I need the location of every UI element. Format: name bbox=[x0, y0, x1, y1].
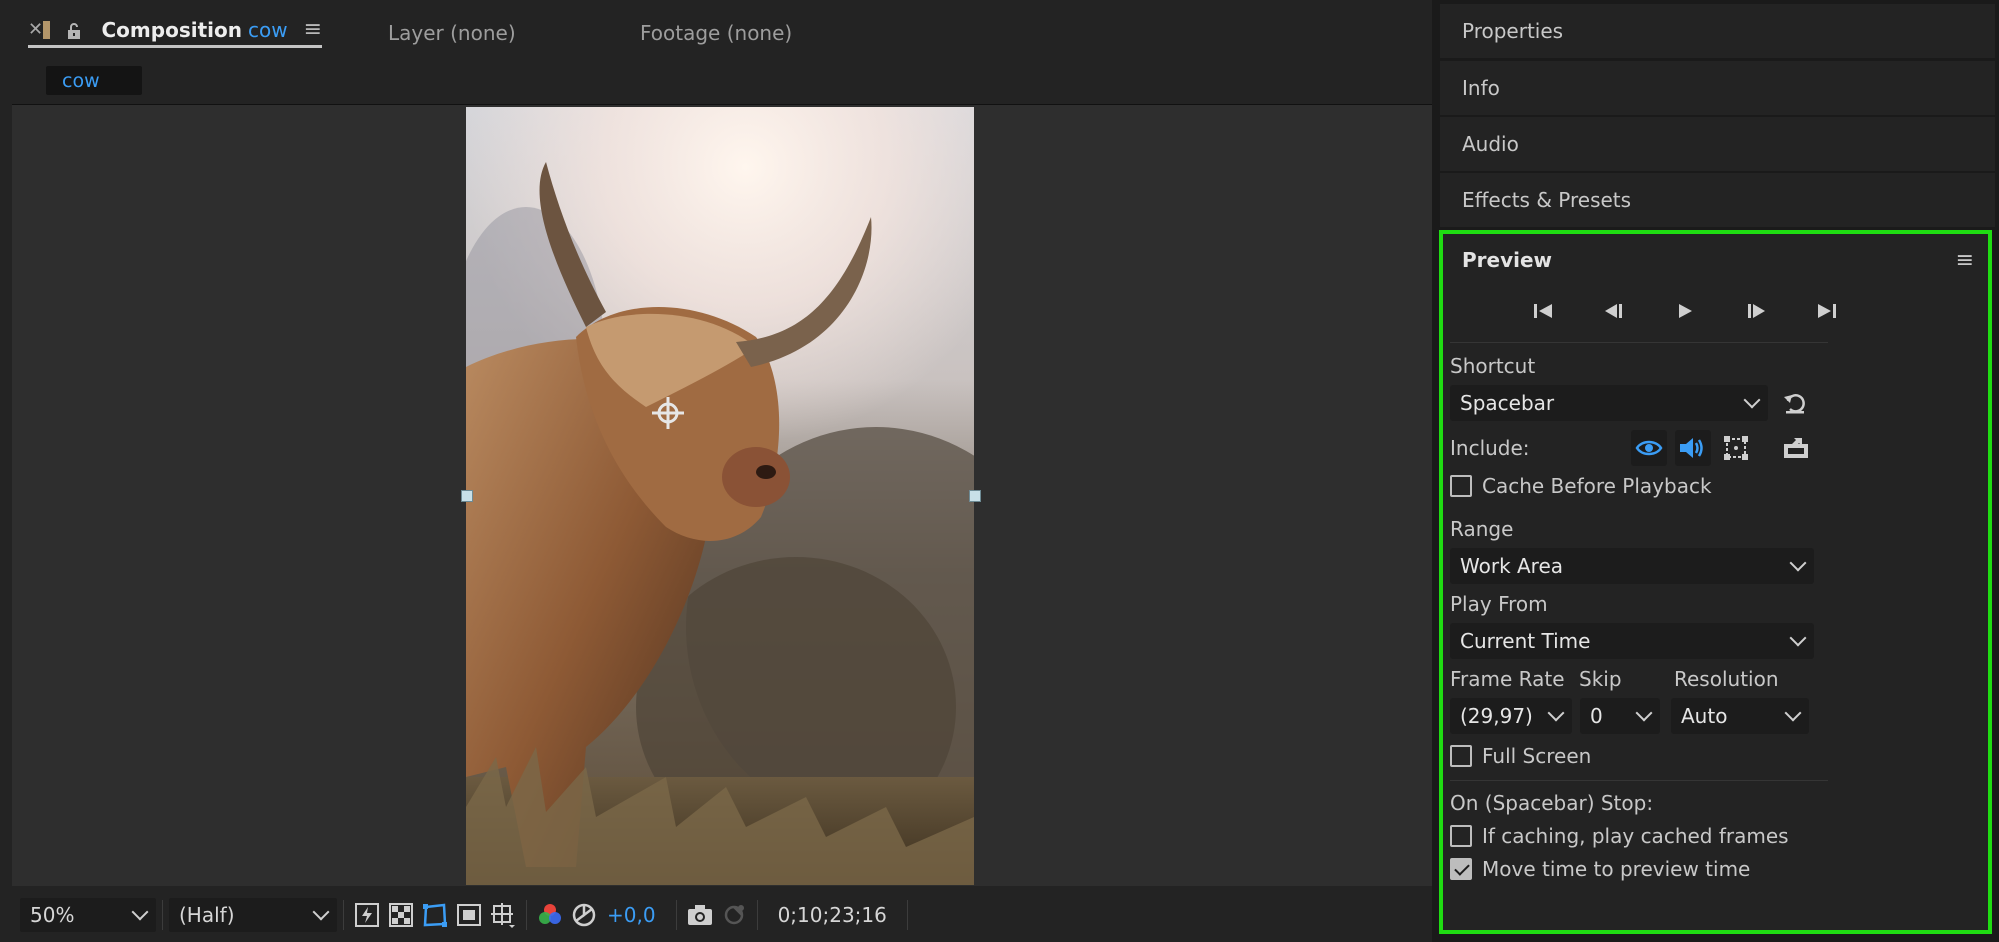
skip-label: Skip bbox=[1579, 667, 1622, 691]
magnification-value: 50% bbox=[30, 903, 75, 927]
frame-rate-dropdown[interactable]: (29,97) bbox=[1450, 698, 1572, 734]
if-caching-checkbox[interactable]: If caching, play cached frames bbox=[1450, 824, 1789, 848]
transparency-grid-icon[interactable] bbox=[384, 898, 418, 932]
toolbar-divider bbox=[526, 900, 527, 930]
toolbar-divider bbox=[906, 900, 908, 930]
fast-preview-icon[interactable] bbox=[350, 898, 384, 932]
shortcut-dropdown[interactable]: Spacebar bbox=[1450, 385, 1768, 421]
shortcut-value: Spacebar bbox=[1460, 391, 1555, 415]
range-value: Work Area bbox=[1460, 554, 1564, 578]
resolution-label: Resolution bbox=[1674, 667, 1779, 691]
magnification-dropdown[interactable]: 50% bbox=[20, 898, 156, 932]
color-channels-icon[interactable] bbox=[533, 898, 567, 932]
frame-rate-label: Frame Rate bbox=[1450, 667, 1565, 691]
range-label: Range bbox=[1450, 517, 1514, 541]
label-color-swatch[interactable] bbox=[43, 20, 50, 39]
grid-guides-icon[interactable] bbox=[486, 898, 520, 932]
chevron-down-icon bbox=[1547, 704, 1565, 722]
composition-viewer[interactable] bbox=[12, 104, 1432, 886]
play-from-value: Current Time bbox=[1460, 629, 1591, 653]
info-panel-header[interactable]: Info bbox=[1440, 61, 1995, 115]
region-of-interest-icon[interactable] bbox=[452, 898, 486, 932]
chevron-down-icon bbox=[1789, 629, 1807, 647]
toolbar-divider bbox=[675, 900, 677, 930]
preview-resolution-dropdown[interactable]: Auto bbox=[1671, 698, 1809, 734]
chevron-down-icon bbox=[1784, 704, 1802, 722]
checkbox-label: Cache Before Playback bbox=[1482, 474, 1712, 498]
tab-footage[interactable]: Footage (none) bbox=[640, 18, 792, 48]
overlays-icon[interactable] bbox=[1719, 432, 1753, 464]
full-screen-checkbox[interactable]: Full Screen bbox=[1450, 744, 1591, 768]
on-stop-label: On (Spacebar) Stop: bbox=[1450, 791, 1654, 815]
transport-controls bbox=[1525, 296, 1845, 326]
toolbar-divider bbox=[343, 900, 344, 930]
external-monitor-icon[interactable] bbox=[1779, 432, 1813, 464]
audio-panel-header[interactable]: Audio bbox=[1440, 117, 1995, 171]
composition-frame-cow-image[interactable] bbox=[466, 107, 974, 885]
chevron-down-icon bbox=[312, 903, 330, 921]
mask-visibility-icon[interactable] bbox=[418, 898, 452, 932]
composition-navigator-chip[interactable]: cow bbox=[46, 66, 142, 95]
exposure-reset-icon[interactable] bbox=[567, 898, 601, 932]
tab-composition-name: cow bbox=[247, 17, 288, 42]
layer-handle-left[interactable] bbox=[461, 490, 473, 502]
composition-tab-bar: ✕ Composition cow ≡ Layer (none) Footage… bbox=[0, 0, 1432, 62]
play-from-label: Play From bbox=[1450, 592, 1548, 616]
chevron-down-icon bbox=[1635, 704, 1653, 722]
speaker-icon[interactable] bbox=[1675, 430, 1711, 466]
composition-panel: ✕ Composition cow ≡ Layer (none) Footage… bbox=[0, 0, 1432, 942]
toolbar-divider bbox=[162, 900, 163, 930]
chevron-down-icon bbox=[1743, 391, 1761, 409]
close-icon[interactable]: ✕ bbox=[28, 19, 43, 40]
effects-presets-panel-header[interactable]: Effects & Presets bbox=[1440, 173, 1995, 227]
range-dropdown[interactable]: Work Area bbox=[1450, 548, 1814, 584]
checkbox-box-checked[interactable] bbox=[1450, 858, 1472, 880]
chevron-down-icon bbox=[1789, 554, 1807, 572]
next-frame-icon[interactable] bbox=[1738, 296, 1774, 326]
snapshot-icon[interactable] bbox=[683, 898, 717, 932]
section-divider bbox=[1450, 342, 1828, 343]
properties-panel-header[interactable]: Properties bbox=[1440, 4, 1995, 58]
current-time-display[interactable]: 0;10;23;16 bbox=[764, 903, 901, 927]
shortcut-label: Shortcut bbox=[1450, 354, 1536, 378]
panel-menu-icon[interactable]: ≡ bbox=[304, 17, 322, 42]
exposure-value[interactable]: +0,0 bbox=[607, 903, 656, 927]
checkbox-label: If caching, play cached frames bbox=[1482, 824, 1789, 848]
eye-icon[interactable] bbox=[1631, 430, 1667, 466]
tab-composition-label: Composition bbox=[101, 17, 242, 42]
lock-icon[interactable] bbox=[66, 21, 82, 39]
preview-panel: Preview ≡ Shortcut Spacebar Include: Cac… bbox=[1439, 230, 1992, 934]
include-label: Include: bbox=[1450, 436, 1530, 460]
frame-rate-value: (29,97) bbox=[1460, 704, 1533, 728]
layer-handle-right[interactable] bbox=[969, 490, 981, 502]
cache-before-playback-checkbox[interactable]: Cache Before Playback bbox=[1450, 474, 1712, 498]
skip-value: 0 bbox=[1590, 704, 1603, 728]
preview-panel-title: Preview bbox=[1462, 248, 1553, 272]
move-time-checkbox[interactable]: Move time to preview time bbox=[1450, 857, 1750, 881]
previous-frame-icon[interactable] bbox=[1596, 296, 1632, 326]
toolbar-divider bbox=[756, 900, 758, 930]
skip-dropdown[interactable]: 0 bbox=[1580, 698, 1660, 734]
anchor-point-icon[interactable] bbox=[650, 395, 686, 431]
checkbox-label: Full Screen bbox=[1482, 744, 1592, 768]
checkbox-box[interactable] bbox=[1450, 745, 1472, 767]
play-icon[interactable] bbox=[1667, 296, 1703, 326]
tab-layer[interactable]: Layer (none) bbox=[388, 18, 516, 48]
resolution-value: (Half) bbox=[179, 903, 235, 927]
play-from-dropdown[interactable]: Current Time bbox=[1450, 623, 1814, 659]
chevron-down-icon bbox=[131, 903, 149, 921]
reset-icon[interactable] bbox=[1779, 388, 1811, 418]
last-frame-icon[interactable] bbox=[1809, 296, 1845, 326]
checkbox-box[interactable] bbox=[1450, 825, 1472, 847]
section-divider bbox=[1450, 780, 1828, 781]
viewer-toolbar: 50% (Half) +0,0 0;10;23;16 bbox=[12, 892, 1432, 938]
checkbox-box[interactable] bbox=[1450, 475, 1472, 497]
panel-menu-icon[interactable]: ≡ bbox=[1956, 248, 1974, 273]
show-snapshot-icon[interactable] bbox=[717, 898, 751, 932]
preview-resolution-value: Auto bbox=[1681, 704, 1728, 728]
resolution-dropdown[interactable]: (Half) bbox=[169, 898, 337, 932]
checkbox-label: Move time to preview time bbox=[1482, 857, 1751, 881]
tab-composition[interactable]: ✕ Composition cow ≡ bbox=[28, 17, 322, 48]
first-frame-icon[interactable] bbox=[1525, 296, 1561, 326]
